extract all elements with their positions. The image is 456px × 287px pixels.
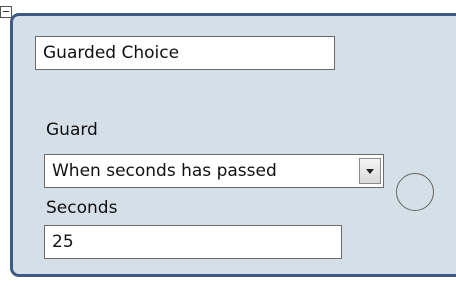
dropdown-arrow-icon[interactable] [359, 158, 381, 184]
guard-select[interactable]: When seconds has passed [44, 154, 384, 188]
connection-port-icon[interactable] [396, 173, 434, 211]
node-name-input[interactable]: Guarded Choice [35, 36, 335, 70]
seconds-input[interactable]: 25 [44, 225, 342, 259]
seconds-label: Seconds [46, 198, 118, 218]
guard-select-value: When seconds has passed [52, 161, 277, 181]
canvas: Guarded Choice Guard When seconds has pa… [0, 0, 456, 287]
collapse-toggle-icon[interactable] [0, 6, 12, 18]
guard-label: Guard [46, 120, 98, 140]
